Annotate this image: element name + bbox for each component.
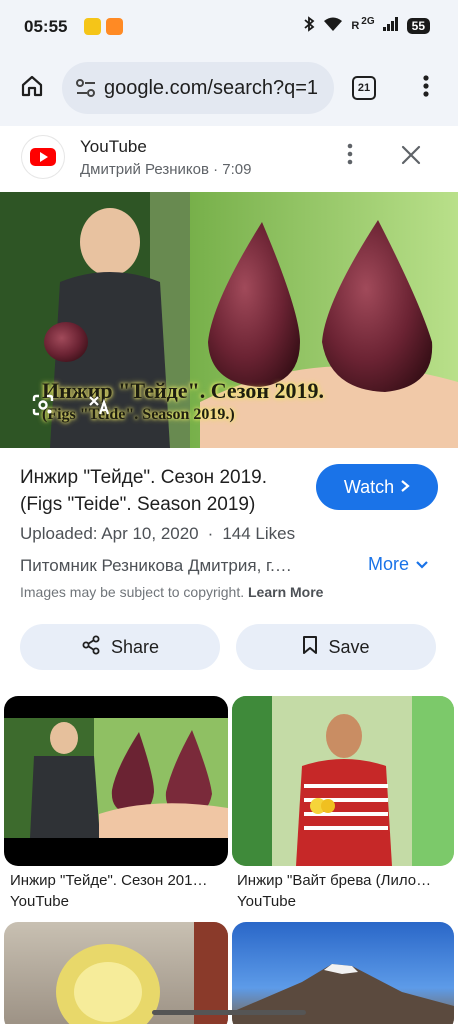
main-result-image[interactable]: Инжир "Тейде". Сезон 2019. (Figs "Teide"…	[0, 192, 458, 448]
more-vertical-icon	[347, 143, 353, 170]
copyright-text: Images may be subject to copyright.	[20, 584, 245, 600]
related-caption-1[interactable]: Инжир "Тейде". Сезон 201…	[10, 872, 224, 889]
home-button[interactable]	[14, 70, 50, 106]
site-name[interactable]: Питомник Резникова Дмитрия, г.…	[20, 556, 320, 576]
upload-date: Uploaded: Apr 10, 2020	[20, 524, 199, 543]
share-label: Share	[110, 636, 160, 657]
related-thumbnail	[56, 922, 228, 1024]
notification-app-icon	[84, 18, 101, 35]
source-name[interactable]: YouTube	[80, 137, 147, 157]
source-options-button[interactable]	[338, 143, 362, 170]
watch-label: Watch	[343, 476, 395, 497]
save-button[interactable]: Save	[236, 624, 436, 670]
image-overlay-caption: Инжир "Тейде". Сезон 2019. (Figs "Teide"…	[42, 378, 324, 424]
related-image-4[interactable]	[232, 922, 454, 1024]
result-title[interactable]: Инжир "Тейде". Сезон 2019. (Figs "Teide"…	[20, 464, 300, 518]
more-vertical-icon	[423, 74, 429, 103]
close-button[interactable]	[398, 144, 424, 170]
signal-label: R	[351, 19, 360, 32]
browser-toolbar: google.com/search?q=1 21	[0, 54, 458, 126]
wifi-icon	[323, 16, 343, 35]
related-caption-2[interactable]: Инжир "Вайт брева (Лило…	[237, 872, 451, 889]
network-badge: 2G	[361, 16, 375, 27]
source-header: YouTube Дмитрий Резников · 7:09	[0, 126, 458, 192]
battery-indicator: 55	[406, 17, 430, 34]
save-label: Save	[328, 636, 370, 657]
translate-icon	[87, 393, 111, 422]
share-button[interactable]: Share	[20, 624, 220, 670]
status-time: 05:55	[24, 17, 68, 36]
lens-search-icon	[31, 393, 55, 422]
related-image-1[interactable]	[4, 696, 228, 866]
related-source-2: YouTube	[237, 893, 296, 910]
related-image-3[interactable]	[4, 922, 228, 1024]
related-thumbnail	[232, 696, 454, 866]
bluetooth-icon	[303, 16, 315, 35]
lens-button[interactable]	[30, 394, 56, 420]
more-button[interactable]: More	[368, 554, 429, 575]
menu-button[interactable]	[414, 72, 438, 104]
address-bar[interactable]: google.com/search?q=1	[62, 62, 334, 114]
home-icon	[20, 74, 44, 103]
copyright-notice: Images may be subject to copyright. Lear…	[20, 584, 323, 600]
tab-switcher-button[interactable]: 21	[352, 76, 376, 100]
notification-app-icon	[106, 18, 123, 35]
close-icon	[401, 145, 421, 170]
url-text[interactable]: google.com/search?q=1	[104, 77, 318, 100]
site-settings-icon[interactable]	[74, 76, 98, 100]
more-label: More	[368, 554, 410, 574]
gesture-navigation-bar[interactable]	[152, 1010, 306, 1015]
chevron-right-icon	[400, 477, 410, 498]
image-overlay-line1: Инжир "Тейде". Сезон 2019.	[42, 378, 325, 403]
likes-count: 144 Likes	[222, 524, 296, 543]
learn-more-link[interactable]: Learn More	[248, 584, 323, 600]
related-source-1: YouTube	[10, 893, 69, 910]
watch-button[interactable]: Watch	[316, 464, 438, 510]
result-meta: Uploaded: Apr 10, 2020 · 144 Likes	[20, 524, 296, 543]
signal-strength-icon	[382, 17, 399, 34]
image-overlay-line2: (Figs "Teide". Season 2019.)	[42, 406, 235, 423]
status-bar: 05:55 R 2G 55	[0, 0, 458, 54]
status-indicators: R 2G 55	[303, 16, 430, 35]
translate-button[interactable]	[86, 394, 112, 420]
source-subtitle: Дмитрий Резников · 7:09	[80, 161, 252, 178]
youtube-logo-icon	[22, 136, 64, 178]
related-image-2[interactable]	[232, 696, 454, 866]
share-icon	[81, 635, 101, 660]
related-thumbnail	[232, 964, 454, 1024]
chevron-down-icon	[415, 554, 429, 575]
related-thumbnail	[4, 718, 228, 838]
bookmark-icon	[302, 635, 318, 660]
